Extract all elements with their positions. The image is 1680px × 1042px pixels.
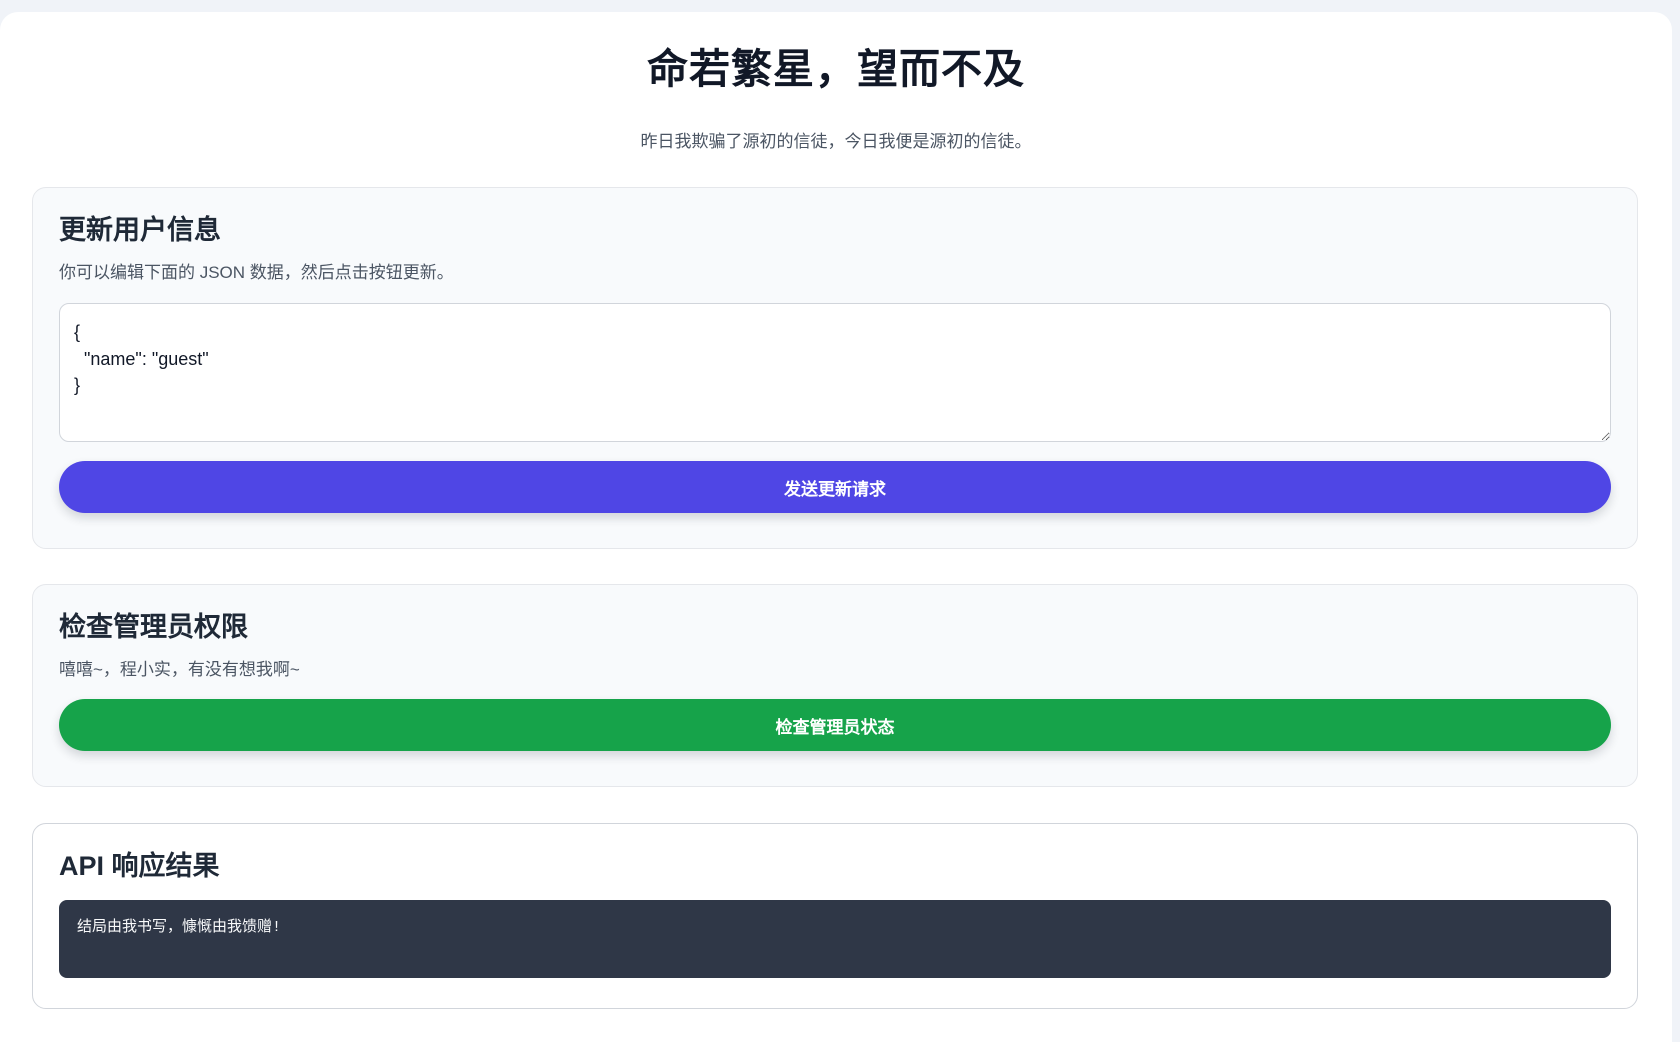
json-editor[interactable]: { "name": "guest" }: [59, 303, 1611, 443]
main-container: 命若繁星，望而不及 昨日我欺骗了源初的信徒，今日我便是源初的信徒。 更新用户信息…: [0, 12, 1672, 1042]
admin-check-title: 检查管理员权限: [59, 612, 248, 642]
api-result-section: API 响应结果 结局由我书写，慷慨由我馈赠!: [32, 823, 1638, 1009]
send-update-button[interactable]: 发送更新请求: [59, 461, 1611, 514]
api-response-output: 结局由我书写，慷慨由我馈赠!: [59, 900, 1611, 979]
admin-check-section: 检查管理员权限 嘻嘻~，程小实，有没有想我啊~ 检查管理员状态: [32, 584, 1638, 787]
update-user-description: 你可以编辑下面的 JSON 数据，然后点击按钮更新。: [59, 263, 454, 283]
update-user-title: 更新用户信息: [59, 215, 221, 245]
update-user-section: 更新用户信息 你可以编辑下面的 JSON 数据，然后点击按钮更新。 { "nam…: [32, 187, 1638, 549]
check-admin-status-button[interactable]: 检查管理员状态: [59, 699, 1611, 752]
page-header: 命若繁星，望而不及 昨日我欺骗了源初的信徒，今日我便是源初的信徒。: [0, 12, 1672, 151]
api-result-title: API 响应结果: [59, 851, 220, 881]
page-subtitle: 昨日我欺骗了源初的信徒，今日我便是源初的信徒。: [640, 132, 1032, 151]
admin-check-description: 嘻嘻~，程小实，有没有想我啊~: [59, 660, 300, 680]
page-title: 命若繁星，望而不及: [647, 46, 1025, 92]
